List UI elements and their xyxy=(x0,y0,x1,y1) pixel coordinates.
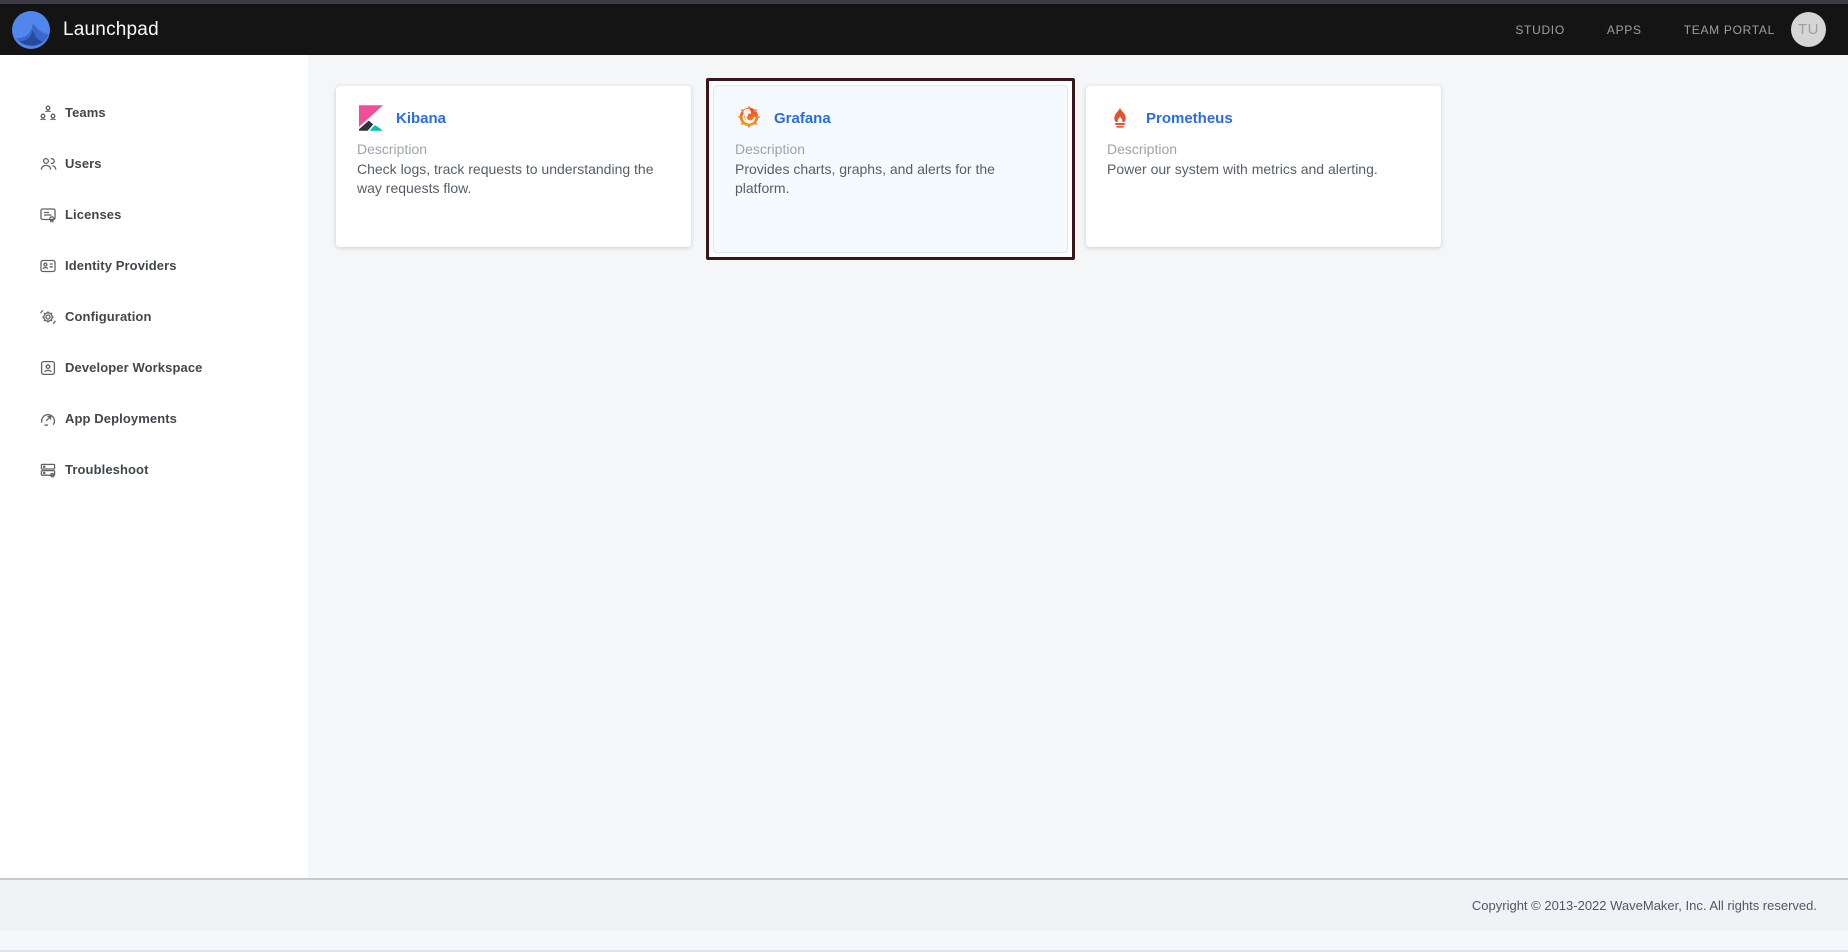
sidebar-item-troubleshoot[interactable]: Troubleshoot xyxy=(0,444,308,495)
sidebar-item-label: Troubleshoot xyxy=(65,462,149,477)
highlighted-element-outline: Grafana Description Provides charts, gra… xyxy=(706,78,1075,260)
kibana-logo-icon xyxy=(359,105,383,132)
copyright-text: Copyright © 2013-2022 WaveMaker, Inc. Al… xyxy=(1472,898,1817,913)
prometheus-logo-icon xyxy=(1109,105,1133,132)
licenses-icon xyxy=(39,206,57,224)
nav-apps[interactable]: APPS xyxy=(1607,23,1642,37)
user-avatar[interactable]: TU xyxy=(1791,12,1826,47)
sidebar-item-identity-providers[interactable]: Identity Providers xyxy=(0,240,308,291)
app-card-grafana[interactable]: Grafana Description Provides charts, gra… xyxy=(713,85,1068,253)
users-icon xyxy=(39,155,57,173)
sidebar-item-app-deployments[interactable]: App Deployments xyxy=(0,393,308,444)
wavemaker-logo-icon xyxy=(12,11,50,49)
app-card-prometheus[interactable]: Prometheus Description Power our system … xyxy=(1086,86,1441,247)
description-text: Power our system with metrics and alerti… xyxy=(1107,160,1420,179)
grafana-logo-icon xyxy=(737,105,761,132)
sidebar-item-developer-workspace[interactable]: Developer Workspace xyxy=(0,342,308,393)
sidebar-item-label: Licenses xyxy=(65,207,121,222)
troubleshoot-icon xyxy=(39,461,57,479)
sidebar-item-label: App Deployments xyxy=(65,411,177,426)
sidebar-item-teams[interactable]: Teams xyxy=(0,87,308,138)
sidebar-item-label: Configuration xyxy=(65,309,152,324)
description-label: Description xyxy=(1107,141,1420,157)
app-title-link[interactable]: Prometheus xyxy=(1146,110,1233,127)
sidebar-item-label: Users xyxy=(65,156,102,171)
app-title-link[interactable]: Kibana xyxy=(396,110,446,127)
sidebar-item-licenses[interactable]: Licenses xyxy=(0,189,308,240)
identity-providers-icon xyxy=(39,257,57,275)
sidebar-item-label: Developer Workspace xyxy=(65,360,203,375)
top-header-bar: Launchpad STUDIO APPS TEAM PORTAL TU xyxy=(0,0,1848,55)
description-label: Description xyxy=(735,141,1046,157)
sidebar-item-users[interactable]: Users xyxy=(0,138,308,189)
nav-studio[interactable]: STUDIO xyxy=(1515,23,1565,37)
sidebar-item-label: Identity Providers xyxy=(65,258,177,273)
description-label: Description xyxy=(357,141,670,157)
page-title: Launchpad xyxy=(63,19,159,41)
teams-icon xyxy=(39,104,57,122)
sidebar-item-configuration[interactable]: Configuration xyxy=(0,291,308,342)
configuration-icon xyxy=(39,308,57,326)
footer-bar: Copyright © 2013-2022 WaveMaker, Inc. Al… xyxy=(0,878,1848,931)
sidebar-nav: Teams Users xyxy=(0,55,308,878)
app-title-link[interactable]: Grafana xyxy=(774,110,831,127)
nav-team-portal[interactable]: TEAM PORTAL xyxy=(1684,23,1775,37)
app-deployments-icon xyxy=(39,410,57,428)
main-content: Kibana Description Check logs, track req… xyxy=(308,55,1848,878)
description-text: Check logs, track requests to understand… xyxy=(357,160,670,198)
description-text: Provides charts, graphs, and alerts for … xyxy=(735,160,1046,198)
app-card-kibana[interactable]: Kibana Description Check logs, track req… xyxy=(336,86,691,247)
sidebar-item-label: Teams xyxy=(65,105,106,120)
bottom-strip xyxy=(0,931,1848,952)
developer-workspace-icon xyxy=(39,359,57,377)
